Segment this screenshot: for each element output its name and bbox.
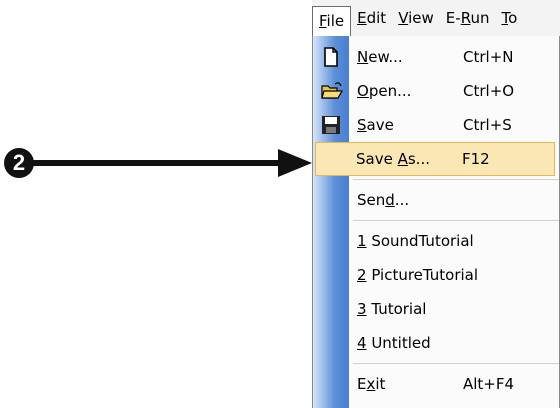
menu-item-label: Save bbox=[357, 116, 394, 134]
menu-item-exit[interactable]: Exit Alt+F4 bbox=[313, 367, 559, 401]
menu-erun[interactable]: E-Run bbox=[440, 3, 496, 33]
new-document-icon bbox=[321, 47, 341, 67]
menu-bar: File Edit View E-Run To bbox=[312, 0, 560, 37]
menu-item-new[interactable]: New... Ctrl+N bbox=[313, 40, 559, 74]
shortcut-label: Ctrl+N bbox=[463, 48, 514, 66]
menu-tools[interactable]: To bbox=[495, 3, 523, 33]
shortcut-label: Ctrl+S bbox=[463, 116, 512, 134]
menu-item-label: 1 SoundTutorial bbox=[357, 232, 474, 250]
menu-item-recent-1[interactable]: 1 SoundTutorial bbox=[313, 224, 559, 258]
menu-item-label: Save As... bbox=[356, 150, 430, 168]
menu-item-recent-3[interactable]: 3 Tutorial bbox=[313, 292, 559, 326]
floppy-disk-icon bbox=[321, 115, 341, 135]
menu-item-label: Open... bbox=[357, 82, 412, 100]
callout-arrow-line bbox=[30, 160, 280, 166]
open-folder-icon bbox=[321, 81, 343, 101]
menu-item-save[interactable]: Save Ctrl+S bbox=[313, 108, 559, 142]
menu-separator bbox=[353, 220, 559, 221]
callout-arrow-head bbox=[278, 149, 312, 177]
shortcut-label: F12 bbox=[462, 150, 490, 168]
menu-item-label: New... bbox=[357, 48, 403, 66]
menu-item-label: 4 Untitled bbox=[357, 334, 431, 352]
menu-item-recent-4[interactable]: 4 Untitled bbox=[313, 326, 559, 360]
menu-item-save-as[interactable]: Save As... F12 bbox=[315, 142, 555, 176]
shortcut-label: Ctrl+O bbox=[463, 82, 515, 100]
menu-item-recent-2[interactable]: 2 PictureTutorial bbox=[313, 258, 559, 292]
menu-item-label: 3 Tutorial bbox=[357, 300, 427, 318]
file-menu-dropdown: New... Ctrl+N Open... Ctrl+O Save Ctrl+S… bbox=[312, 36, 560, 408]
menu-file[interactable]: File bbox=[312, 5, 352, 36]
menu-item-send[interactable]: Send... bbox=[313, 183, 559, 217]
menu-separator bbox=[353, 363, 559, 364]
menu-edit[interactable]: Edit bbox=[351, 3, 392, 33]
shortcut-label: Alt+F4 bbox=[463, 375, 515, 393]
menu-item-label: 2 PictureTutorial bbox=[357, 266, 479, 284]
menu-item-label: Exit bbox=[357, 375, 386, 393]
menu-item-open[interactable]: Open... Ctrl+O bbox=[313, 74, 559, 108]
menu-separator bbox=[353, 179, 559, 180]
menu-item-label: Send... bbox=[357, 191, 410, 209]
menu-view[interactable]: View bbox=[392, 3, 440, 33]
